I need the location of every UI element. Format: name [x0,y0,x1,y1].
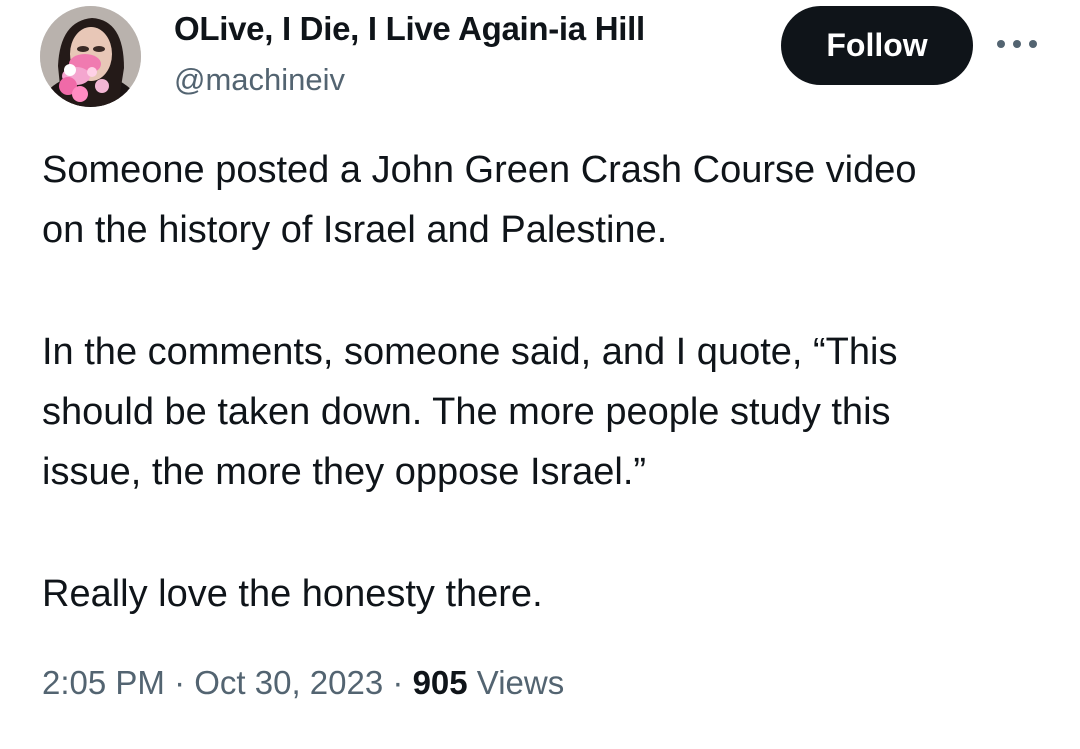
views-label[interactable]: Views [477,664,564,701]
more-options-icon[interactable] [997,36,1037,52]
tweet-line: Someone posted a John Green Crash Course… [42,149,917,191]
tweet-line: In the comments, someone said, and I quo… [42,331,898,373]
tweet-line: should be taken down. The more people st… [42,391,891,433]
tweet-meta: 2:05 PM · Oct 30, 2023 · 905 Views [42,664,564,702]
tweet-date[interactable]: Oct 30, 2023 [194,664,383,701]
display-name[interactable]: OLive, I Die, I Live Again-ia Hill [174,10,645,48]
tweet-line: on the history of Israel and Palestine. [42,209,668,251]
meta-separator: · [392,664,404,701]
avatar[interactable] [40,6,141,107]
user-handle[interactable]: @machineiv [174,62,345,98]
more-dot [997,40,1005,48]
more-dot [1029,40,1037,48]
more-dot [1013,40,1021,48]
tweet-line: issue, the more they oppose Israel.” [42,451,647,493]
avatar-image [40,6,141,107]
tweet-text: Someone posted a John Green Crash Course… [42,140,1062,624]
tweet-line: Really love the honesty there. [42,573,543,615]
tweet-time[interactable]: 2:05 PM [42,664,165,701]
meta-separator: · [174,664,186,701]
views-count[interactable]: 905 [413,664,468,701]
follow-button[interactable]: Follow [781,6,973,85]
